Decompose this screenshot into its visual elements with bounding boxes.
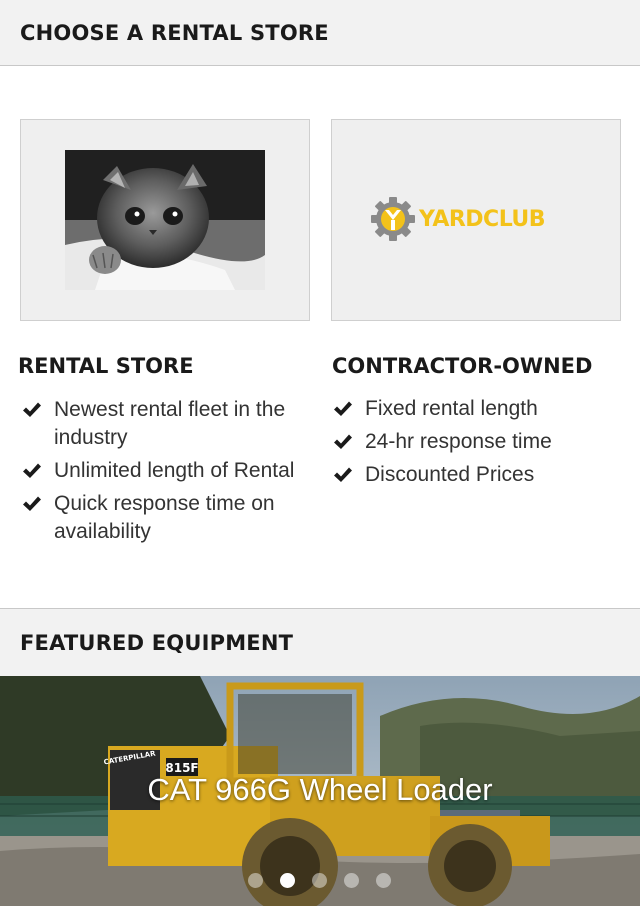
carousel-dot[interactable]	[344, 873, 359, 888]
carousel-caption: CAT 966G Wheel Loader	[147, 772, 493, 807]
feature-item: Newest rental fleet in the industry	[22, 396, 322, 452]
carousel-pagination	[248, 873, 391, 888]
checkmark-icon	[23, 463, 41, 478]
feature-item: Fixed rental length	[333, 395, 633, 423]
contractor-owned-card[interactable]: YARDCLUB	[331, 119, 621, 321]
feature-item: Quick response time on availability	[22, 490, 322, 546]
feature-text: Fixed rental length	[365, 397, 538, 420]
stores-section-title: CHOOSE A RENTAL STORE	[20, 20, 329, 45]
featured-section-title: FEATURED EQUIPMENT	[20, 630, 294, 655]
rental-store-features: Newest rental fleet in the industry Unli…	[22, 396, 322, 551]
checkmark-icon	[334, 434, 352, 449]
yardclub-wordmark: YARDCLUB	[419, 206, 546, 232]
stores-section-header: CHOOSE A RENTAL STORE	[0, 0, 640, 66]
kitten-photo	[65, 150, 265, 290]
feature-item: 24-hr response time	[333, 428, 633, 456]
contractor-owned-features: Fixed rental length 24-hr response time …	[333, 395, 633, 494]
checkmark-icon	[23, 402, 41, 417]
feature-item: Discounted Prices	[333, 461, 633, 489]
contractor-owned-title: CONTRACTOR-OWNED	[332, 354, 593, 378]
featured-section-header: FEATURED EQUIPMENT	[0, 608, 640, 676]
rental-store-title: RENTAL STORE	[18, 354, 194, 378]
carousel-dot[interactable]	[376, 873, 391, 888]
carousel-dot[interactable]	[248, 873, 263, 888]
feature-text: Unlimited length of Rental	[54, 459, 295, 482]
yardclub-logo: YARDCLUB	[370, 196, 546, 242]
feature-text: Quick response time on availability	[54, 492, 275, 543]
checkmark-icon	[334, 467, 352, 482]
feature-text: 24-hr response time	[365, 430, 552, 453]
feature-text: Discounted Prices	[365, 463, 535, 486]
checkmark-icon	[334, 401, 352, 416]
rental-store-card[interactable]	[20, 119, 310, 321]
feature-text: Newest rental fleet in the industry	[54, 398, 286, 449]
carousel-dot-active[interactable]	[280, 873, 295, 888]
featured-equipment-carousel[interactable]: 815F CATERPILLAR CAT 966G Wheel Loader	[0, 676, 640, 906]
carousel-dot[interactable]	[312, 873, 327, 888]
feature-item: Unlimited length of Rental	[22, 457, 322, 485]
gear-icon	[371, 197, 415, 241]
checkmark-icon	[23, 496, 41, 511]
